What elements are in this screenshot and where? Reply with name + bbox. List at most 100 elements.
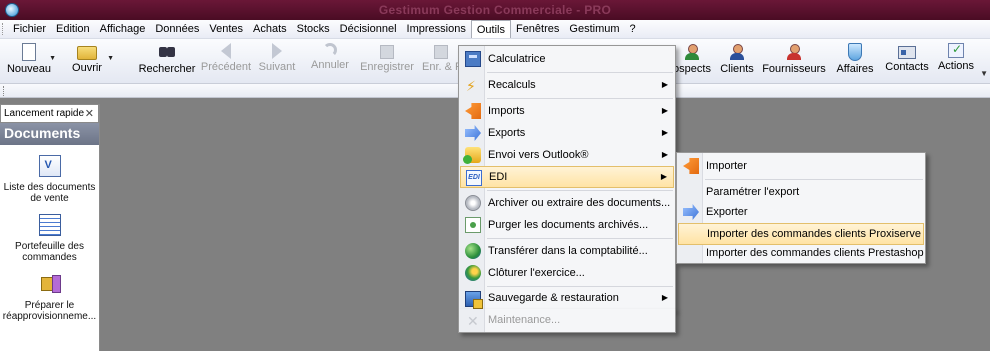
undo-button[interactable]: Annuler: [308, 41, 352, 81]
purge-icon: [465, 217, 481, 233]
window-title: Gestimum Gestion Commerciale - PRO: [378, 3, 612, 17]
quick-launch-tab[interactable]: Lancement rapide ✕: [0, 104, 99, 123]
menu-item-purger[interactable]: Purger les documents archivés...: [460, 214, 674, 236]
menu-item-outlook[interactable]: Envoi vers Outlook® ▶: [460, 144, 674, 166]
outils-menu-bottom: Maintenance...: [458, 309, 676, 333]
globe-transfer-icon: [465, 243, 481, 259]
floppy-disk-close-icon: [434, 45, 448, 59]
documents-header: Documents: [0, 123, 99, 145]
prospects-button[interactable]: ospects: [672, 41, 712, 81]
submenu-arrow-icon: ▶: [661, 106, 668, 115]
menu-item-edi[interactable]: EDI EDI ▶: [460, 166, 674, 188]
quick-launch-panel: Lancement rapide ✕ Documents Liste des d…: [0, 104, 100, 351]
sales-list-icon: [38, 155, 61, 177]
menu-bar: Fichier Edition Affichage Données Ventes…: [0, 20, 990, 39]
import-arrow-icon: [683, 158, 699, 174]
submenu-arrow-icon: ▶: [661, 150, 668, 159]
new-document-icon: [22, 43, 36, 61]
undo-icon: [323, 43, 337, 57]
menu-help[interactable]: ?: [625, 20, 641, 38]
client-person-icon: [727, 43, 747, 61]
binoculars-icon: [157, 43, 177, 61]
quick-item-restock[interactable]: Préparer le réapprovisionneme...: [0, 273, 99, 322]
menu-stocks[interactable]: Stocks: [292, 20, 335, 38]
submenu-item-parametrer-export[interactable]: Paramétrer l'export: [678, 181, 924, 203]
menu-ventes[interactable]: Ventes: [204, 20, 248, 38]
prospect-person-icon: [682, 43, 702, 61]
close-icon[interactable]: ✕: [85, 107, 94, 120]
edi-submenu: Importer Paramétrer l'export Exporter Im…: [676, 152, 926, 264]
flask-icon: [848, 43, 862, 61]
folder-icon: [77, 46, 97, 60]
menu-item-cloturer[interactable]: Clôturer l'exercice...: [460, 262, 674, 284]
save-button[interactable]: Enregistrer: [356, 41, 418, 81]
menu-fenetres[interactable]: Fenêtres: [511, 20, 564, 38]
submenu-arrow-icon: ▶: [661, 128, 668, 137]
quick-item-orders-portfolio[interactable]: Portefeuille des commandes: [0, 214, 99, 263]
previous-button[interactable]: Précédent: [200, 41, 252, 81]
supplier-person-icon: [784, 43, 804, 61]
floppy-disk-icon: [380, 45, 394, 59]
menu-achats[interactable]: Achats: [248, 20, 292, 38]
menu-donnees[interactable]: Données: [150, 20, 204, 38]
menu-decisionnel[interactable]: Décisionnel: [335, 20, 402, 38]
menu-item-sauvegarde[interactable]: Sauvegarde & restauration ▶: [460, 288, 674, 309]
archive-disc-icon: [465, 195, 481, 211]
menu-item-maintenance[interactable]: Maintenance...: [460, 309, 674, 332]
menu-impressions[interactable]: Impressions: [402, 20, 471, 38]
menu-item-recalculs[interactable]: Recalculs ▶: [460, 74, 674, 97]
menubar-grip[interactable]: [2, 23, 5, 35]
submenu-arrow-icon: ▶: [661, 80, 668, 89]
clients-button[interactable]: Clients: [716, 41, 758, 81]
menu-item-exports[interactable]: Exports ▶: [460, 122, 674, 144]
search-button[interactable]: Rechercher: [136, 41, 198, 81]
arrow-left-icon: [221, 43, 231, 59]
next-button[interactable]: Suivant: [256, 41, 298, 81]
globe-close-icon: [465, 265, 481, 281]
subbar-grip[interactable]: [3, 86, 4, 96]
save-close-button[interactable]: Enr. & Fe: [422, 41, 460, 81]
menu-affichage[interactable]: Affichage: [95, 20, 151, 38]
menu-item-imports[interactable]: Imports ▶: [460, 100, 674, 122]
calculator-icon: [465, 51, 481, 67]
open-dropdown-icon[interactable]: ▼: [107, 55, 114, 62]
menu-edition[interactable]: Edition: [51, 20, 95, 38]
new-button[interactable]: Nouveau ▼: [4, 41, 56, 81]
menu-item-archiver[interactable]: Archiver ou extraire des documents...: [460, 192, 674, 214]
submenu-item-exporter[interactable]: Exporter: [678, 201, 924, 223]
open-button[interactable]: Ouvrir ▼: [62, 41, 114, 81]
quick-launch-tab-label: Lancement rapide: [4, 108, 85, 119]
toolbar-overflow-icon[interactable]: ▼: [980, 69, 988, 78]
menu-item-calculatrice[interactable]: Calculatrice: [460, 48, 674, 70]
suppliers-button[interactable]: Fournisseurs: [762, 41, 826, 81]
submenu-arrow-icon: ▶: [661, 293, 668, 302]
submenu-item-importer[interactable]: Importer: [678, 155, 924, 177]
menu-outils[interactable]: Outils: [470, 20, 511, 38]
menu-gestimum[interactable]: Gestimum: [564, 20, 624, 38]
submenu-item-import-proxiserve[interactable]: Importer des commandes clients Proxiserv…: [678, 223, 924, 245]
backup-icon: [465, 291, 483, 309]
arrow-right-icon: [272, 43, 282, 59]
export-arrow-icon: [465, 125, 481, 141]
contact-card-icon: [898, 46, 916, 59]
actions-button[interactable]: Actions: [934, 41, 978, 81]
affairs-button[interactable]: Affaires: [832, 41, 878, 81]
new-dropdown-icon[interactable]: ▼: [49, 55, 56, 62]
menu-fichier[interactable]: Fichier: [8, 20, 51, 38]
outlook-icon: [463, 147, 481, 164]
contacts-button[interactable]: Contacts: [884, 41, 930, 81]
export-arrow-icon: [683, 204, 699, 220]
orders-portfolio-icon: [38, 214, 61, 236]
checklist-icon: [948, 42, 964, 58]
edi-icon: EDI: [466, 170, 482, 186]
menu-item-transferer-compta[interactable]: Transférer dans la comptabilité...: [460, 240, 674, 262]
restock-icon: [39, 273, 61, 295]
outils-menu: Calculatrice Recalculs ▶ Imports ▶ Expor…: [458, 45, 676, 311]
submenu-arrow-icon: ▶: [660, 172, 667, 181]
maintenance-icon: [465, 310, 481, 332]
quick-item-sales-list[interactable]: Liste des documents de vente: [0, 155, 99, 204]
submenu-item-import-prestashop[interactable]: Importer des commandes clients Prestasho…: [678, 243, 924, 263]
lightning-icon: [465, 75, 481, 97]
import-arrow-icon: [465, 103, 481, 119]
title-bar: Gestimum Gestion Commerciale - PRO: [0, 0, 990, 20]
